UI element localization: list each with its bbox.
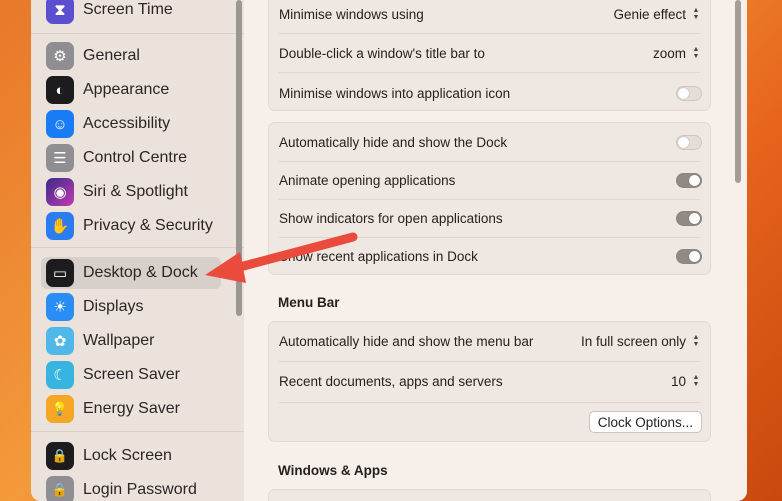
annotation-arrow (205, 232, 358, 283)
arrow-shaft (231, 232, 358, 273)
arrow-head (205, 252, 246, 283)
